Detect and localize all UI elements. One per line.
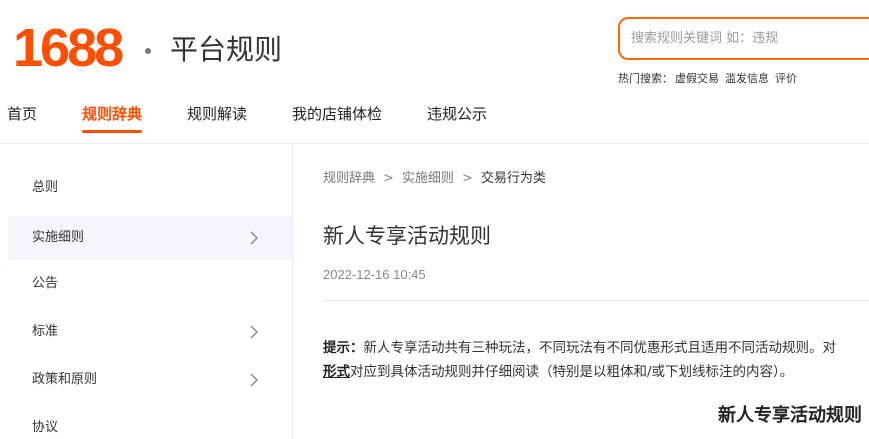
chevron-right-icon: [250, 231, 258, 245]
sidebar-item-label: 总则: [32, 180, 59, 195]
chevron-right-icon: [250, 373, 258, 387]
tip-line-2: 形式对应到具体活动规则并仔细阅读（特别是以粗体和/或下划线标注的内容）。: [323, 360, 869, 384]
tip-label: 提示：: [323, 340, 364, 356]
article-title: 新人专享活动规则: [323, 224, 491, 248]
hot-search-term[interactable]: 滥发信息: [725, 72, 769, 85]
breadcrumb-separator: >: [461, 171, 473, 186]
sidebar-item-label: 标准: [32, 324, 59, 339]
breadcrumb-item[interactable]: 规则辞典: [323, 171, 375, 186]
content-divider: [323, 300, 869, 301]
sidebar-item-standards[interactable]: 标准: [8, 310, 292, 354]
hot-search: 热门搜索： 虚假交易 滥发信息 评价: [618, 71, 801, 87]
nav-rule-interpretation[interactable]: 规则解读: [187, 103, 247, 125]
nav-home[interactable]: 首页: [7, 103, 37, 125]
sidebar-item-label: 政策和原则: [32, 372, 98, 387]
tip-underlined-text: 形式: [323, 364, 350, 380]
sidebar-item-label: 公告: [32, 276, 59, 291]
nav-active-underline: [82, 130, 142, 133]
logo-1688[interactable]: 1688: [13, 20, 124, 76]
sidebar: 总则 实施细则 公告 标准 政策和原则 协议: [8, 144, 292, 439]
sidebar-item-general[interactable]: 总则: [8, 166, 292, 210]
hot-search-label: 热门搜索：: [618, 72, 673, 85]
chevron-right-icon: [250, 325, 258, 339]
sidebar-item-implementation-rules[interactable]: 实施细则: [8, 216, 292, 260]
breadcrumb-current: 交易行为类: [480, 171, 546, 186]
sidebar-item-policies[interactable]: 政策和原则: [8, 358, 292, 402]
nav-store-checkup[interactable]: 我的店铺体检: [292, 103, 382, 125]
article-date: 2022-12-16 10:45: [323, 267, 426, 282]
nav-rule-dictionary[interactable]: 规则辞典: [82, 103, 142, 125]
sidebar-item-label: 实施细则: [32, 230, 85, 245]
hot-search-term[interactable]: 评价: [775, 72, 797, 85]
tip-line-1: 提示：新人专享活动共有三种玩法，不同玩法有不同优惠形式且适用不同活动规则。对: [323, 336, 869, 360]
sidebar-item-label: 协议: [32, 420, 59, 435]
section-heading: 新人专享活动规则: [718, 405, 862, 426]
tip-text: 新人专享活动共有三种玩法，不同玩法有不同优惠形式且适用不同活动规则。对: [363, 340, 837, 356]
sidebar-border: [292, 144, 293, 439]
sidebar-item-announcements[interactable]: 公告: [8, 262, 292, 306]
site-title: 平台规则: [170, 33, 283, 66]
sidebar-item-agreements[interactable]: 协议: [8, 406, 292, 439]
title-separator-dot: [145, 48, 151, 54]
tip-text: 对应到具体活动规则并仔细阅读（特别是以粗体和/或下划线标注的内容）。: [350, 364, 794, 380]
search-box[interactable]: [618, 17, 869, 60]
article-tip: 提示：新人专享活动共有三种玩法，不同玩法有不同优惠形式且适用不同活动规则。对 形…: [323, 336, 869, 386]
nav-violation-notice[interactable]: 违规公示: [427, 103, 487, 125]
breadcrumb-separator: >: [383, 171, 394, 186]
search-input[interactable]: [620, 19, 860, 58]
hot-search-term[interactable]: 虚假交易: [675, 72, 719, 85]
breadcrumb-item[interactable]: 实施细则: [402, 171, 454, 186]
breadcrumb: 规则辞典 > 实施细则 > 交易行为类: [323, 170, 546, 188]
